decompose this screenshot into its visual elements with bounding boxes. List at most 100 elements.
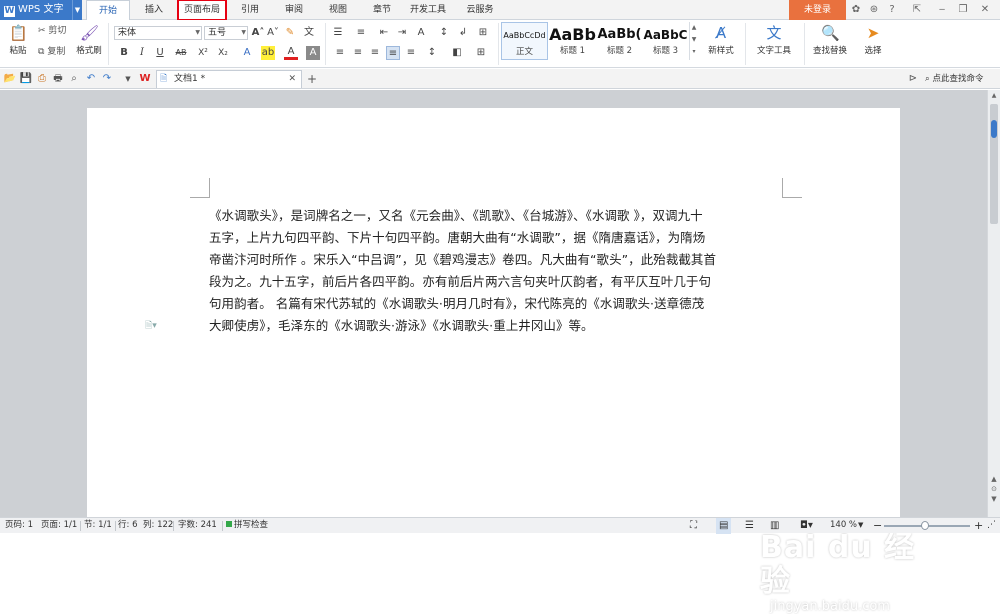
font-size-select[interactable]: 五号 ▼ — [204, 26, 248, 40]
text-tools-button[interactable]: 文 文字工具 — [750, 24, 798, 56]
undo-icon[interactable]: ↶ — [84, 72, 98, 86]
increase-indent-icon[interactable]: ⇥ — [395, 26, 409, 40]
fullscreen-icon[interactable]: ⛶ — [690, 518, 697, 534]
style-heading-3[interactable]: AaBbC 标题 3 — [642, 22, 689, 60]
help-icon[interactable]: ? — [884, 3, 900, 17]
status-section[interactable]: 节: 1/1 — [84, 518, 112, 534]
document-tab[interactable]: 🗎 文档1 * ✕ — [156, 70, 302, 88]
close-icon[interactable]: ✕ — [978, 3, 992, 17]
open-icon[interactable]: 📂 — [3, 72, 17, 86]
zoom-out-icon[interactable]: − — [873, 518, 882, 534]
scroll-up-icon[interactable]: ▲ — [989, 92, 999, 101]
minimize-icon[interactable]: ‒ — [935, 3, 949, 17]
restore-ribbon-icon[interactable]: ⇱ — [910, 3, 924, 17]
document-page[interactable]: 🗎▾ 《水调歌头》，是词牌名之一，又名《元会曲》、《凯歌》、《台城游》、《水调歌… — [87, 108, 900, 528]
login-button[interactable]: 未登录 — [789, 0, 846, 20]
status-col[interactable]: 列: 122 — [143, 518, 173, 534]
cut-button[interactable]: ✂ 剪切 — [38, 24, 66, 38]
show-marks-icon[interactable]: ↲ — [456, 26, 470, 40]
pin-icon[interactable]: ⊳ — [906, 72, 920, 86]
shading-icon[interactable]: ◧ — [450, 46, 464, 60]
tab-page-layout[interactable]: 页面布局 — [177, 0, 227, 21]
print-icon[interactable]: 🖶 — [51, 72, 65, 86]
font-color-icon[interactable]: A — [284, 46, 298, 60]
skin-icon[interactable]: ✿ — [850, 3, 862, 17]
grow-font-icon[interactable]: A˄ — [251, 26, 265, 40]
italic-icon[interactable]: I — [135, 46, 149, 60]
clear-format-icon[interactable]: ✎ — [283, 26, 297, 40]
print-preview-icon[interactable]: ⌕ — [67, 72, 81, 86]
status-row[interactable]: 行: 6 — [118, 518, 137, 534]
chevron-down-icon[interactable]: ▼ — [858, 518, 863, 534]
status-words[interactable]: 字数: 241 — [178, 518, 217, 534]
text-effect-icon[interactable]: A — [240, 46, 254, 60]
tab-review[interactable]: 审阅 — [276, 0, 312, 20]
superscript-icon[interactable]: X² — [196, 46, 210, 60]
phonetic-icon[interactable]: 文 — [302, 26, 316, 40]
spell-check[interactable]: 拼写检查 — [226, 518, 268, 534]
sort-icon[interactable]: ↕ — [437, 26, 451, 40]
output-pdf-icon[interactable]: ⎙ — [35, 72, 49, 86]
paste-button[interactable]: 📋 粘贴 — [4, 24, 32, 56]
strikethrough-icon[interactable]: AB — [174, 46, 188, 60]
command-search[interactable]: ⌕ 点此查找命令 — [925, 72, 983, 86]
bullet-list-icon[interactable]: ☰ — [331, 26, 345, 40]
page-nav[interactable]: ▲ ⊙ ▼ — [989, 474, 999, 504]
chevron-down-icon[interactable]: ▼ — [72, 0, 82, 20]
wps-app-menu[interactable]: W WPS 文字 ▼ — [0, 0, 82, 20]
subscript-icon[interactable]: X₂ — [216, 46, 230, 60]
page-view-icon[interactable]: ▤ — [716, 518, 732, 534]
copy-button[interactable]: ⧉ 复制 — [38, 45, 65, 59]
paragraph-marker-icon[interactable]: 🗎▾ — [145, 318, 157, 334]
close-icon[interactable]: ✕ — [288, 71, 296, 88]
decrease-indent-icon[interactable]: ⇤ — [377, 26, 391, 40]
new-tab-icon[interactable]: + — [305, 72, 319, 86]
redo-icon[interactable]: ↷ — [100, 72, 114, 86]
shrink-font-icon[interactable]: A˅ — [266, 26, 280, 40]
style-heading-2[interactable]: AaBb( 标题 2 — [596, 22, 643, 60]
status-pages[interactable]: 页面: 1/1 — [41, 518, 77, 534]
font-name-select[interactable]: 宋体 ▼ — [114, 26, 202, 40]
status-page-no[interactable]: 页码: 1 — [5, 518, 33, 534]
vertical-scrollbar[interactable]: ▲ ▲ ⊙ ▼ — [987, 90, 1000, 517]
align-left-icon[interactable]: ≡ — [333, 46, 347, 60]
tab-chapter[interactable]: 章节 — [364, 0, 400, 20]
style-heading-1[interactable]: AaBb 标题 1 — [549, 22, 596, 60]
format-painter-button[interactable]: 🖌 格式刷 — [74, 24, 104, 56]
tab-references[interactable]: 引用 — [232, 0, 268, 20]
select-button[interactable]: ➤ 选择 — [856, 24, 890, 56]
chevron-down-icon[interactable]: ▼ — [121, 72, 135, 86]
border-icon[interactable]: ⊞ — [474, 46, 488, 60]
find-replace-button[interactable]: 🔍 查找替换 — [806, 24, 854, 56]
distribute-icon[interactable]: ≡ — [404, 46, 418, 60]
style-normal[interactable]: AaBbCcDd 正文 — [501, 22, 548, 60]
tab-insert[interactable]: 插入 — [136, 0, 172, 20]
align-center-icon[interactable]: ≡ — [351, 46, 365, 60]
feedback-icon[interactable]: ⊛ — [866, 3, 882, 17]
bold-icon[interactable]: B — [117, 46, 131, 60]
zoom-in-icon[interactable]: + — [974, 518, 983, 534]
new-style-button[interactable]: A̸ 新样式 — [702, 24, 740, 56]
styles-scroll[interactable]: ▲ ▼ ▾ — [689, 22, 698, 60]
web-view-icon[interactable]: ▥ — [770, 518, 779, 534]
tab-home[interactable]: 开始 — [86, 0, 130, 21]
chinese-layout-icon[interactable]: A — [414, 26, 428, 40]
zoom-slider-thumb[interactable] — [921, 521, 929, 530]
tab-view[interactable]: 视图 — [320, 0, 356, 20]
char-shading-icon[interactable]: A — [306, 46, 320, 60]
wps-home-icon[interactable]: W — [138, 72, 152, 86]
save-icon[interactable]: 💾 — [19, 72, 33, 86]
maximize-icon[interactable]: ❐ — [956, 3, 970, 17]
zoom-level[interactable]: 140 % — [830, 518, 857, 534]
outline-view-icon[interactable]: ☰ — [745, 518, 754, 534]
eye-protect-icon[interactable]: ◘▾ — [800, 518, 813, 534]
align-right-icon[interactable]: ≡ — [368, 46, 382, 60]
table-icon[interactable]: ⊞ — [476, 26, 490, 40]
highlight-icon[interactable]: ab — [261, 46, 275, 60]
underline-icon[interactable]: U — [153, 46, 167, 60]
document-body[interactable]: 《水调歌头》，是词牌名之一，又名《元会曲》、《凯歌》、《台城游》、《水调歌 》，… — [209, 205, 781, 337]
numbered-list-icon[interactable]: ≡ — [354, 26, 368, 40]
justify-icon[interactable]: ≡ — [386, 46, 400, 60]
tab-developer[interactable]: 开发工具 — [404, 0, 452, 20]
tab-cloud[interactable]: 云服务 — [458, 0, 502, 20]
